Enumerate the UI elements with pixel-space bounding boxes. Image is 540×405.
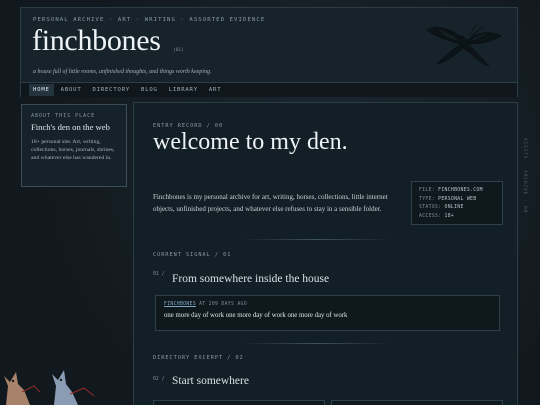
- file-info-box: FILE: FINCHBONES.COM TYPE: PERSONAL WEB …: [411, 181, 503, 225]
- about-description: 18+ personal site. Art, writing, collect…: [31, 139, 115, 161]
- divider: [242, 239, 392, 240]
- card-user-link[interactable]: FINCHBONES: [164, 302, 196, 307]
- card-meta: FINCHBONES AT 209 DAYS AGO: [164, 302, 491, 307]
- vertical-label: VISITS · ARCHIVE · 00: [522, 138, 527, 214]
- card-timestamp: AT 209 DAYS AGO: [199, 302, 247, 307]
- info-file: FILE: FINCHBONES.COM: [419, 188, 483, 193]
- moth-icon: [426, 23, 502, 67]
- directory-title: Start somewhere: [172, 375, 249, 387]
- site-tagline: a house full of little rooms, unfinished…: [33, 69, 212, 75]
- site-title[interactable]: finchbones: [32, 24, 161, 58]
- signal-number: 01 /: [153, 272, 165, 277]
- header-kicker: PERSONAL ARCHIVE · ART · WRITING · ASSOR…: [33, 17, 266, 23]
- card-text: one more day of work one more day of wor…: [164, 312, 348, 319]
- main-content: ENTRY RECORD / 00 welcome to my den. Fin…: [133, 102, 518, 405]
- dogs-illustration-icon: [4, 370, 95, 405]
- signal-title: From somewhere inside the house: [172, 273, 330, 285]
- page-headline: welcome to my den.: [153, 129, 348, 155]
- directory-cards: [153, 400, 503, 405]
- directory-number: 02 /: [153, 377, 165, 382]
- directory-card[interactable]: [153, 400, 325, 405]
- nav-about[interactable]: ABOUT: [57, 84, 86, 96]
- site-version: (01): [173, 48, 184, 53]
- nav-library[interactable]: LIBRARY: [165, 84, 202, 96]
- about-panel: ABOUT THIS PLACE Finch's den on the web …: [21, 104, 127, 187]
- signal-card: FINCHBONES AT 209 DAYS AGO one more day …: [155, 295, 500, 331]
- nav-home[interactable]: HOME: [29, 84, 54, 96]
- info-type: TYPE: PERSONAL WEB: [419, 196, 477, 202]
- intro-text: Finchbones is my personal archive for ar…: [153, 193, 388, 213]
- info-status: STATUS: ONLINE: [419, 205, 464, 211]
- divider: [242, 343, 392, 344]
- signal-label: CURRENT SIGNAL / 01: [153, 252, 232, 258]
- directory-card[interactable]: [331, 400, 503, 405]
- main-nav: HOME ABOUT DIRECTORY BLOG LIBRARY ART: [21, 82, 517, 97]
- about-label: ABOUT THIS PLACE: [31, 113, 96, 119]
- nav-directory[interactable]: DIRECTORY: [89, 84, 135, 96]
- info-access: ACCESS: 18+: [419, 213, 455, 219]
- site-header: PERSONAL ARCHIVE · ART · WRITING · ASSOR…: [20, 7, 518, 97]
- nav-art[interactable]: ART: [205, 84, 226, 96]
- directory-label: DIRECTORY EXCERPT / 02: [153, 355, 244, 361]
- about-title: Finch's den on the web: [31, 122, 110, 132]
- nav-blog[interactable]: BLOG: [137, 84, 162, 96]
